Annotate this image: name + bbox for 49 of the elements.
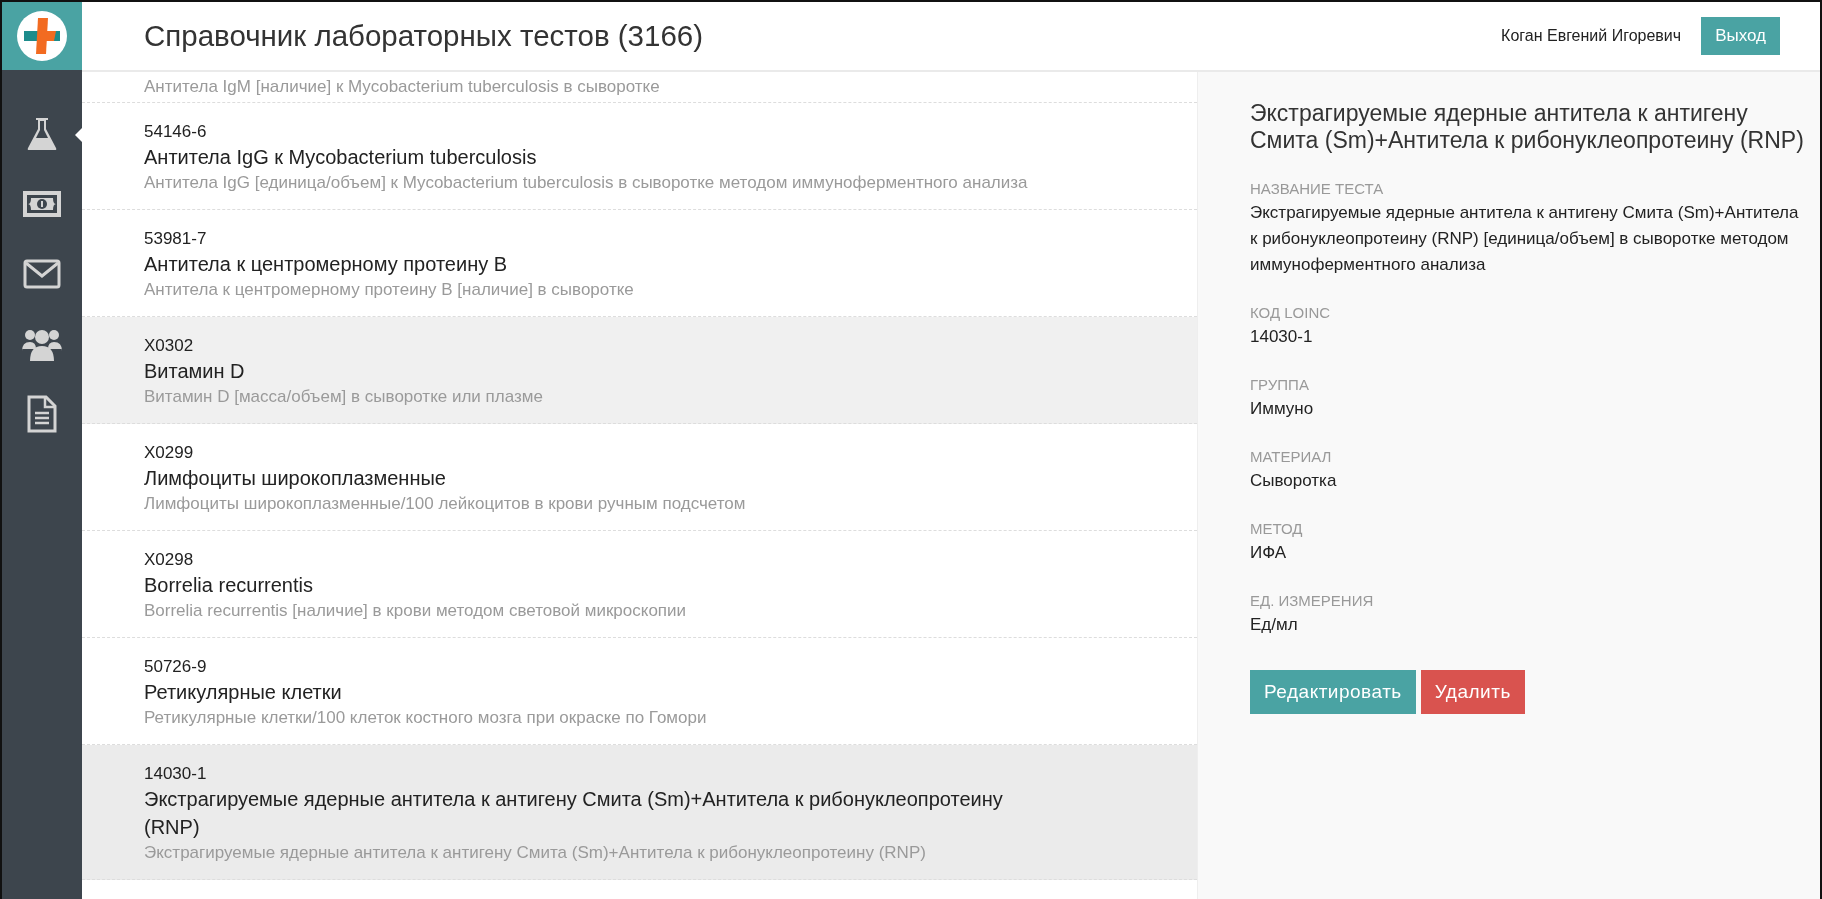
- medical-cross-logo-icon: [16, 10, 68, 62]
- test-code: 14030-1: [144, 763, 208, 785]
- test-name: Антитела к центромерному протеину B: [144, 252, 509, 277]
- field-value: 14030-1: [1250, 326, 1314, 348]
- test-description: Экстрагируемые ядерные антитела к антигену Смита (Sm)+Антитела к рибонуклеопротеину (RNP): [144, 842, 927, 864]
- document-icon: [27, 395, 57, 433]
- field-value: Экстрагируемые ядерные антитела к антигену Смита (Sm)+Антитела к рибонуклеопротеину (RNP) [единица/объем] в сыворотке методом иммуноферментного анализа: [1250, 202, 1800, 276]
- field-label: ГРУППА: [1250, 375, 1310, 395]
- test-description: Антитела к центромерному протеину B [наличие] в сыворотке: [144, 279, 635, 301]
- test-code: X0302: [144, 335, 195, 357]
- test-name: Ретикулярные клетки: [144, 680, 343, 705]
- test-description: Антитела IgM [наличие] к Mycobacterium tuberculosis в сыворотке: [144, 80, 660, 94]
- field-label: ЕД. ИЗМЕРЕНИЯ: [1250, 591, 1375, 611]
- flask-icon: [27, 117, 57, 151]
- test-name: Витамин D: [144, 359, 246, 384]
- test-description: Антитела IgG [единица/объем] к Mycobacterium tuberculosis в сыворотке методом иммуноферментного анализа: [144, 172, 1029, 194]
- field-value: Иммуно: [1250, 398, 1315, 420]
- field-value: Ед/мл: [1250, 614, 1299, 636]
- delete-button[interactable]: Удалить: [1420, 670, 1525, 714]
- field-label: МАТЕРИАЛ: [1250, 447, 1333, 467]
- field-label: НАЗВАНИЕ ТЕСТА: [1250, 179, 1385, 199]
- banknote-icon: [22, 190, 62, 218]
- test-code: 50726-9: [144, 656, 208, 678]
- field-value: ИФА: [1250, 542, 1288, 564]
- test-list-item[interactable]: X0298 Borrelia recurrentis Borrelia recurrentis [наличие] в крови методом световой микроскопии: [82, 531, 1197, 638]
- field-label: МЕТОД: [1250, 519, 1304, 539]
- test-list-item[interactable]: 54146-6 Антитела IgG к Mycobacterium tuberculosis Антитела IgG [единица/объем] к Mycobacterium tuberculosis в сыворотке методом иммуноферментного анализа: [82, 103, 1197, 210]
- test-code: X0298: [144, 549, 195, 571]
- test-code: 54146-6: [144, 121, 208, 143]
- test-name: Borrelia recurrentis: [144, 573, 314, 598]
- test-name: Антитела IgG к Mycobacterium tuberculosis: [144, 145, 538, 170]
- test-list-item[interactable]: 14030-1 Экстрагируемые ядерные антитела к антигену Смита (Sm)+Антитела к рибонуклеопротеину (RNP) Экстрагируемые ядерные антитела к антигену Смита (Sm)+Антитела к рибонуклеопротеину (RNP): [82, 745, 1197, 880]
- test-name: Лимфоциты широкоплазменные: [144, 466, 447, 491]
- page-title: Справочник лабораторных тестов (3166): [144, 19, 704, 53]
- test-list-item[interactable]: X0302 Витамин D Витамин D [масса/объем] в сыворотке или плазме: [82, 317, 1197, 424]
- envelope-icon: [23, 259, 61, 289]
- users-icon: [22, 327, 62, 361]
- user-name: Коган Евгений Игоревич: [1501, 27, 1682, 45]
- test-description: Витамин D [масса/объем] в сыворотке или плазме: [144, 386, 544, 408]
- test-name: Экстрагируемые ядерные антитела к антигену Смита (Sm)+Антитела к рибонуклеопротеину (RNP): [144, 787, 1004, 840]
- test-description: Borrelia recurrentis [наличие] в крови методом световой микроскопии: [144, 600, 688, 622]
- detail-title: Экстрагируемые ядерные антитела к антигену Смита (Sm)+Антитела к рибонуклеопротеину (RNP): [1250, 100, 1805, 154]
- test-code: X0299: [144, 442, 195, 464]
- field-value: Сыворотка: [1250, 470, 1338, 492]
- test-list-item[interactable]: X0299 Лимфоциты широкоплазменные Лимфоциты широкоплазменные/100 лейкоцитов в крови ручным подсчетом: [82, 424, 1197, 531]
- test-code: 53981-7: [144, 228, 208, 250]
- test-description: Ретикулярные клетки/100 клеток костного мозга при окраске по Гомори: [144, 707, 708, 729]
- field-label: КОД LOINC: [1250, 303, 1332, 323]
- test-description: Лимфоциты широкоплазменные/100 лейкоцитов в крови ручным подсчетом: [144, 493, 747, 515]
